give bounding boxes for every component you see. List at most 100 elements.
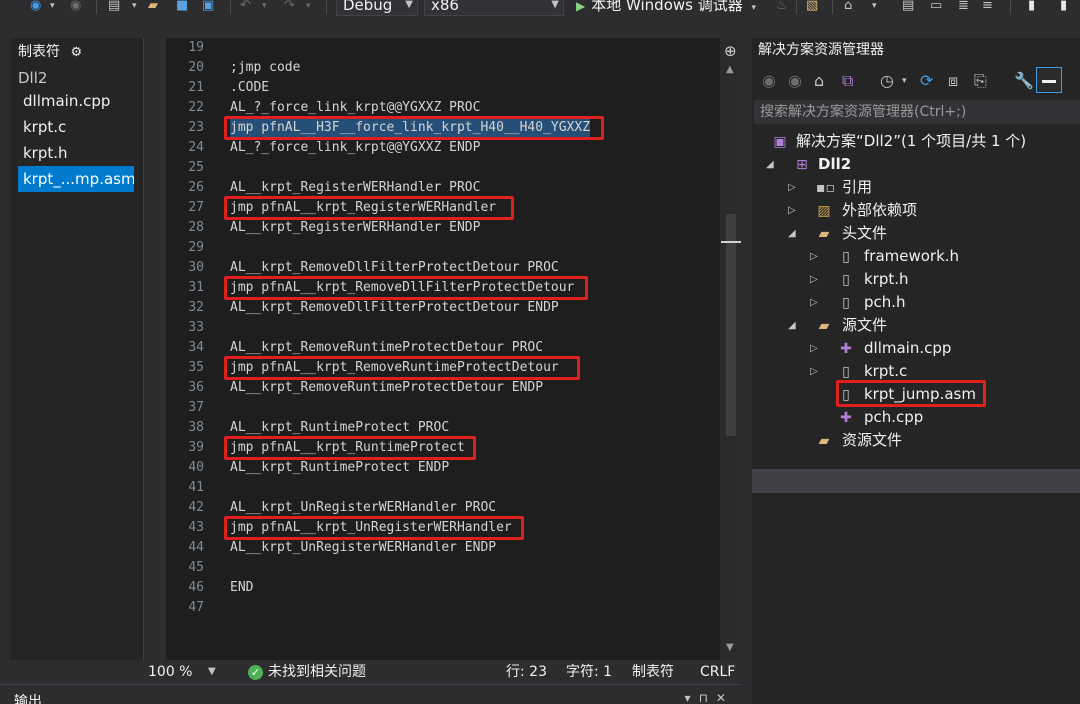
char-indicator[interactable]: 字符: 1 <box>566 660 612 684</box>
code-line[interactable]: AL__krpt_UnRegisterWERHandler ENDP <box>230 538 496 558</box>
back-icon[interactable]: ◉ <box>762 71 776 91</box>
code-line[interactable]: AL__krpt_RemoveRuntimeProtectDetour ENDP <box>230 378 543 398</box>
file-label: framework.h <box>864 247 960 265</box>
open-folder-icon[interactable]: ▰ <box>148 0 158 14</box>
tab-mode-indicator[interactable]: 制表符 <box>632 660 674 684</box>
line-number: 29 <box>188 240 204 255</box>
tool-window-icon[interactable]: ▤ <box>902 0 914 14</box>
platform-select[interactable]: x86 ▼ <box>424 0 564 16</box>
chevron-down-icon[interactable]: ▼ <box>208 660 216 684</box>
issues-status[interactable]: 未找到相关问题 <box>268 660 366 684</box>
refresh-icon[interactable]: ⟳ <box>920 71 933 91</box>
show-all-files-icon[interactable]: ⎘ <box>974 71 987 91</box>
pending-changes-icon[interactable]: ◷ <box>880 71 894 91</box>
scrollbar-thumb[interactable] <box>726 214 736 436</box>
code-line[interactable]: AL__krpt_UnRegisterWERHandler PROC <box>230 498 496 518</box>
code-line[interactable]: ;jmp code <box>230 58 300 78</box>
new-item-icon[interactable]: ▤ <box>108 0 120 14</box>
left-file-item[interactable]: dllmain.cpp <box>10 88 143 114</box>
dropdown-arrow-icon[interactable]: ▾ <box>872 0 877 14</box>
collapsed-arrow-icon[interactable]: ▷ <box>788 199 796 222</box>
layout-icon[interactable]: ▭ <box>930 0 942 14</box>
collapsed-arrow-icon[interactable]: ▷ <box>810 291 818 314</box>
left-file-item[interactable]: krpt.c <box>10 114 143 140</box>
collapsed-arrow-icon[interactable]: ▷ <box>810 360 818 383</box>
dropdown-arrow-icon[interactable]: ▾ <box>306 0 311 14</box>
collapsed-arrow-icon[interactable]: ▷ <box>810 268 818 291</box>
project-icon: ⊞ <box>796 157 808 173</box>
dropdown-arrow-icon[interactable]: ▾ <box>262 0 267 14</box>
save-all-icon[interactable]: ▣ <box>202 0 214 14</box>
dropdown-arrow-icon[interactable]: ▾ <box>50 0 55 14</box>
hot-reload-icon[interactable]: ♨ <box>776 0 788 14</box>
solution-label: 解决方案“Dll2”(1 个项目/共 1 个) <box>796 132 1027 150</box>
code-line[interactable]: AL__krpt_RegisterWERHandler PROC <box>230 178 480 198</box>
platform-value: x86 <box>431 0 459 14</box>
home-icon[interactable]: ⌂ <box>844 0 852 14</box>
code-line[interactable]: AL__krpt_RuntimeProtect ENDP <box>230 458 449 478</box>
dropdown-arrow-icon[interactable]: ▾ <box>902 71 907 91</box>
line-number: 24 <box>188 140 204 155</box>
redo-icon[interactable]: ↷ <box>284 0 295 14</box>
code-line[interactable]: END <box>230 578 253 598</box>
find-in-files-icon[interactable]: ▧ <box>806 0 818 14</box>
zoom-level[interactable]: 100 % <box>148 660 192 684</box>
toolbar-separator <box>230 0 231 14</box>
line-number: 38 <box>188 420 204 435</box>
home-icon[interactable]: ⌂ <box>814 71 824 91</box>
expanded-arrow-icon[interactable]: ◢ <box>766 153 774 176</box>
start-debugging-button[interactable]: ▶ 本地 Windows 调试器 ▾ <box>576 0 756 17</box>
configuration-select[interactable]: Debug ▼ <box>336 0 418 16</box>
line-ending-indicator[interactable]: CRLF <box>700 660 735 684</box>
line-number: 46 <box>188 580 204 595</box>
back-icon[interactable]: ◉ <box>30 0 41 14</box>
play-icon: ▶ <box>576 0 586 13</box>
code-line[interactable]: AL_?_force_link_krpt@@YGXXZ PROC <box>230 98 480 118</box>
left-file-item-selected[interactable]: krpt_...mp.asm <box>18 166 134 192</box>
line-indicator[interactable]: 行: 23 <box>506 660 547 684</box>
collapsed-arrow-icon[interactable]: ▷ <box>810 337 818 360</box>
scroll-down-icon[interactable]: ▼ <box>726 642 734 653</box>
chevron-down-icon: ▼ <box>405 0 413 10</box>
caret-position-marker <box>721 241 741 243</box>
bookmark-icon[interactable]: ▮ <box>1028 0 1035 14</box>
split-editor-icon[interactable]: ⊕ <box>724 42 737 60</box>
line-number: 20 <box>188 60 204 75</box>
scroll-up-icon[interactable]: ▲ <box>726 64 734 75</box>
configuration-value: Debug <box>343 0 393 14</box>
code-editor[interactable]: 19 20 21 22 23 24 25 26 27 28 29 30 31 32 33 34 35 36 37 38… <box>166 38 742 660</box>
switch-views-icon[interactable]: ⧉ <box>842 71 853 91</box>
solution-search-input[interactable]: 搜索解决方案资源管理器(Ctrl+;) <box>754 100 1080 124</box>
line-number: 27 <box>188 200 204 215</box>
header-file-icon: ▯ <box>842 249 850 265</box>
gear-icon[interactable]: ⚙ <box>70 45 82 60</box>
code-line[interactable]: AL__krpt_RemoveRuntimeProtectDetour PROC <box>230 338 543 358</box>
code-line[interactable]: AL__krpt_RemoveDllFilterProtectDetour PR… <box>230 258 559 278</box>
code-line[interactable]: AL__krpt_RuntimeProtect PROC <box>230 418 449 438</box>
left-file-item[interactable]: krpt.h <box>10 140 143 166</box>
collapsed-arrow-icon[interactable]: ▷ <box>810 245 818 268</box>
undo-icon[interactable]: ↶ <box>240 0 251 14</box>
collapsed-arrow-icon[interactable]: ▷ <box>788 176 796 199</box>
expanded-arrow-icon[interactable]: ◢ <box>788 314 796 337</box>
properties-wrench-icon[interactable]: 🔧 <box>1014 71 1034 91</box>
panel-controls[interactable]: ▾⊓✕ <box>685 691 734 704</box>
highlight-box <box>836 380 986 407</box>
indent-icon[interactable]: ≣ <box>958 0 969 14</box>
forward-icon[interactable]: ◉ <box>70 0 81 14</box>
save-icon[interactable]: ■ <box>176 0 188 14</box>
forward-icon[interactable]: ◉ <box>788 71 802 91</box>
left-project-label[interactable]: Dll2 <box>10 66 143 88</box>
preview-selected-button[interactable] <box>1036 67 1062 93</box>
outdent-icon[interactable]: ≡ <box>982 0 993 14</box>
expanded-arrow-icon[interactable]: ◢ <box>788 222 796 245</box>
collapse-all-icon[interactable]: ⧈ <box>948 71 958 91</box>
code-line[interactable]: .CODE <box>230 78 269 98</box>
dropdown-arrow-icon[interactable]: ▾ <box>132 0 137 14</box>
code-line[interactable]: AL_?_force_link_krpt@@YGXXZ ENDP <box>230 138 480 158</box>
vertical-scrollbar[interactable]: ⊕ ▲ ▼ <box>720 38 742 660</box>
bookmark-nav-icon[interactable]: ▮ <box>1060 0 1067 14</box>
line-number: 45 <box>188 560 204 575</box>
code-line[interactable]: AL__krpt_RegisterWERHandler ENDP <box>230 218 480 238</box>
code-line[interactable]: AL__krpt_RemoveDllFilterProtectDetour EN… <box>230 298 559 318</box>
